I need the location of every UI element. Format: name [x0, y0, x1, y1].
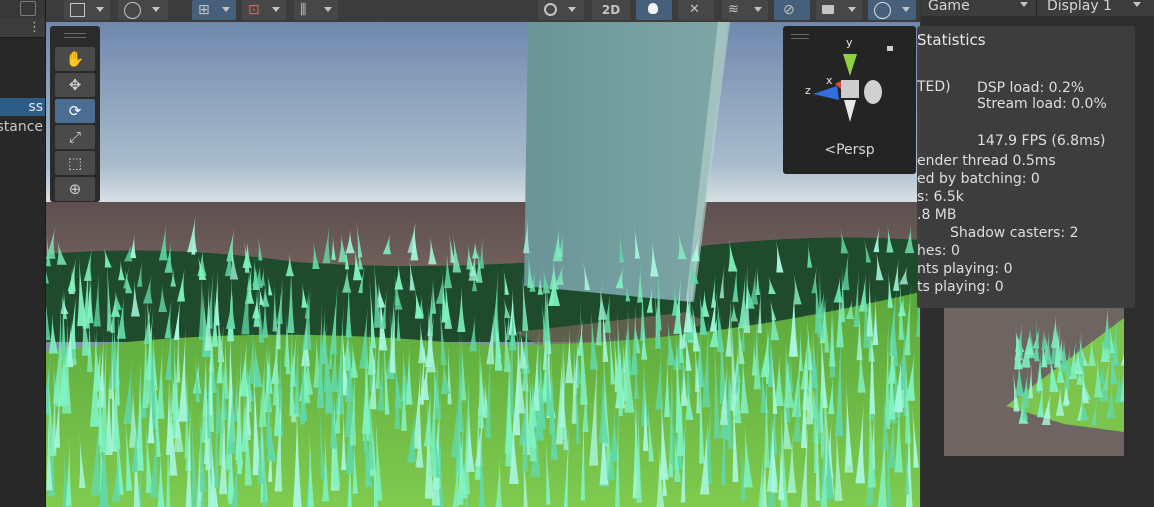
z-axis-cone[interactable]	[813, 86, 839, 100]
x-axis-label: x	[826, 74, 833, 87]
ruler-icon: ⫼	[300, 2, 307, 18]
move-tool-button[interactable]: ✥	[55, 73, 95, 97]
render-paths-button[interactable]	[118, 0, 168, 20]
y-axis-label: y	[846, 36, 853, 49]
gizmos-button[interactable]	[868, 0, 916, 20]
camera-settings-button[interactable]	[816, 0, 862, 20]
audio-status-text: TED)	[917, 79, 951, 95]
perspective-icon: <	[824, 142, 837, 158]
negative-y-cone[interactable]	[844, 100, 856, 122]
display-dropdown[interactable]: Display 1	[1047, 0, 1143, 16]
transform-tool-button[interactable]: ⊕	[55, 177, 95, 201]
hierarchy-header	[0, 0, 45, 18]
hierarchy-toolbar: ⋮	[0, 18, 45, 38]
lock-icon[interactable]	[20, 1, 36, 16]
sphere-icon	[544, 3, 557, 16]
hierarchy-panel: ⋮ ss stance	[0, 0, 46, 507]
hierarchy-item-label: stance	[0, 119, 43, 135]
light-bulb-icon	[648, 3, 658, 14]
eye-hidden-icon: ⊘	[783, 2, 795, 18]
memory-text: .8 MB	[917, 207, 957, 223]
camera-icon	[822, 5, 834, 14]
audio-toggle-button[interactable]: ✕	[678, 0, 714, 20]
batching-text: ed by batching: 0	[917, 171, 1040, 187]
scene-visibility-button[interactable]: ⊘	[774, 0, 810, 20]
center-cube[interactable]	[841, 80, 859, 98]
chevron-down-icon	[1133, 2, 1141, 7]
display-label: Display 1	[1047, 0, 1112, 14]
y-axis-cone[interactable]	[843, 54, 857, 76]
chevron-down-icon	[96, 7, 104, 12]
orientation-gizmo[interactable]: y x z <Persp	[783, 26, 916, 174]
chevron-down-icon	[272, 7, 280, 12]
grid-icon: ⊞	[198, 2, 210, 18]
effects-button[interactable]: ≋	[722, 0, 768, 20]
tool-palette: ✋ ✥ ⟳ ⤢ ⬚ ⊕	[50, 26, 100, 202]
lighting-toggle-button[interactable]	[636, 0, 672, 20]
shadow-casters-text: Shadow casters: 2	[950, 225, 1079, 241]
animations-text: nts playing: 0	[917, 261, 1013, 277]
animators-text: ts playing: 0	[917, 279, 1004, 295]
speaker-muted-icon: ✕	[689, 2, 700, 17]
stream-load-text: Stream load: 0.0%	[977, 96, 1107, 112]
game-render	[1006, 306, 1124, 432]
render-thread-text: ender thread 0.5ms	[917, 153, 1056, 169]
more-options-icon[interactable]: ⋮	[28, 21, 41, 34]
scene-toolbar: ⊞ ⊡ ⫼ 2D ✕ ≋ ⊘	[46, 0, 920, 23]
chevron-down-icon	[152, 7, 160, 12]
statistics-overlay: Statistics TED) DSP load: 0.2% Stream lo…	[917, 26, 1135, 308]
tris-text: s: 6.5k	[917, 189, 964, 205]
draw-mode-button[interactable]	[64, 0, 110, 20]
snap-icon: ⊡	[248, 2, 260, 18]
fps-text: 147.9 FPS (6.8ms)	[977, 133, 1106, 149]
negative-x-cone[interactable]	[864, 80, 882, 104]
statistics-title: Statistics	[917, 31, 986, 49]
2d-mode-button[interactable]: 2D	[592, 0, 630, 20]
game-toolbar: Game Display 1	[921, 0, 1154, 16]
projection-toggle[interactable]: <Persp	[783, 142, 916, 158]
scale-tool-button[interactable]: ⤢	[55, 125, 95, 149]
dsp-load-text: DSP load: 0.2%	[977, 80, 1085, 96]
chevron-down-icon	[324, 7, 332, 12]
game-view-label: Game	[928, 0, 970, 14]
z-axis-label: z	[805, 84, 811, 97]
grass-blade	[1034, 317, 1040, 362]
hierarchy-item[interactable]: stance	[0, 118, 45, 136]
game-preview	[944, 306, 1124, 456]
chevron-down-icon	[1020, 2, 1028, 7]
snap-settings-button[interactable]: ⊡	[242, 0, 286, 20]
toolbar-divider	[1036, 0, 1037, 16]
chevron-down-icon	[568, 7, 576, 12]
shading-mode-icon	[70, 3, 85, 17]
hand-tool-button[interactable]: ✋	[55, 47, 95, 71]
grid-snapping-button[interactable]: ⊞	[192, 0, 236, 20]
hierarchy-item-selected[interactable]: ss	[0, 98, 45, 116]
chevron-down-icon	[848, 7, 856, 12]
skinned-meshes-text: hes: 0	[917, 243, 960, 259]
gizmo-icon	[874, 2, 891, 19]
increment-snapping-button[interactable]: ⫼	[294, 0, 338, 20]
game-view-dropdown[interactable]: Game	[928, 0, 1028, 16]
drag-handle[interactable]	[64, 33, 86, 38]
hierarchy-item-label: ss	[28, 99, 43, 115]
shading-mode-button[interactable]	[538, 0, 584, 20]
chevron-down-icon	[754, 7, 762, 12]
globe-icon	[124, 2, 141, 19]
grass-blade	[1102, 306, 1111, 349]
chevron-down-icon	[222, 7, 230, 12]
layers-icon: ≋	[728, 2, 739, 17]
scene-viewport[interactable]: ✋ ✥ ⟳ ⤢ ⬚ ⊕ y x z <Persp	[46, 22, 920, 507]
chevron-down-icon	[902, 7, 910, 12]
rotate-tool-button[interactable]: ⟳	[55, 99, 95, 123]
rect-tool-button[interactable]: ⬚	[55, 151, 95, 175]
projection-label: Persp	[836, 142, 875, 158]
